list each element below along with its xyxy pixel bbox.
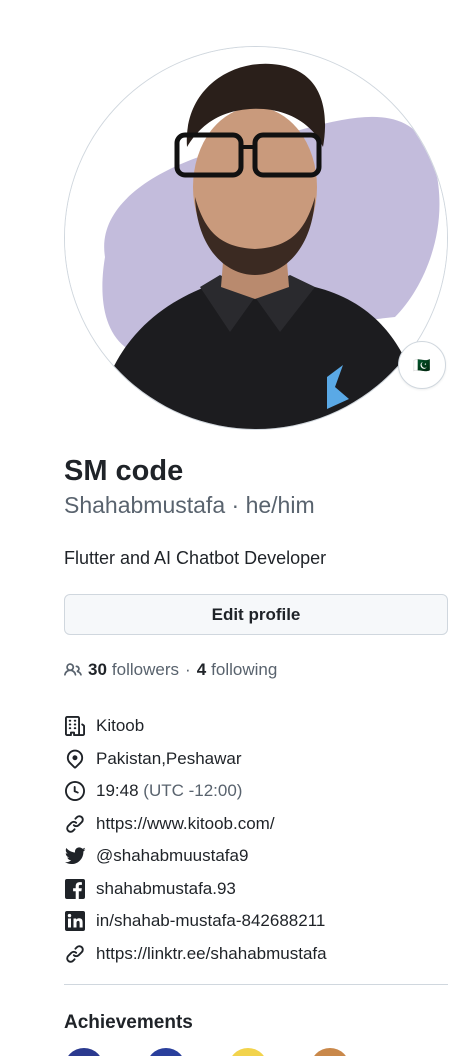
location-text: Pakistan,Peshawar (96, 748, 242, 768)
follow-separator: · (185, 660, 191, 679)
detail-website: https://www.kitoob.com/ (64, 808, 327, 841)
detail-facebook: shahabmustafa.93 (64, 873, 327, 906)
timezone: (UTC -12:00) (143, 781, 243, 801)
profile-bio: Flutter and AI Chatbot Developer (64, 548, 327, 568)
organization-icon (64, 715, 86, 737)
detail-twitter: @shahabmuustafa9 (64, 840, 327, 873)
achievement-badge[interactable] (228, 1048, 268, 1056)
achievement-badge[interactable] (310, 1048, 350, 1056)
detail-location: Pakistan,Peshawar (64, 743, 327, 776)
linkedin-link[interactable]: in/shahab-mustafa-842688211 (96, 911, 325, 931)
detail-company: Kitoob (64, 710, 327, 743)
detail-linktree: https://linktr.ee/shahabmustafa (64, 938, 327, 971)
display-name: SM code (64, 455, 184, 487)
follow-stats: 30 followers · 4 following (64, 658, 277, 682)
pronouns: he/him (245, 492, 315, 518)
following-count: 4 (196, 660, 207, 679)
facebook-link[interactable]: shahabmustafa.93 (96, 879, 236, 899)
avatar[interactable] (64, 46, 448, 430)
avatar-container: 🇵🇰 (64, 46, 448, 430)
followers-label: followers (111, 660, 180, 679)
twitter-icon (64, 845, 86, 867)
achievements-heading: Achievements (64, 1012, 193, 1033)
linkedin-icon (64, 910, 86, 932)
pakistan-flag-icon: 🇵🇰 (413, 356, 431, 373)
detail-localtime: 19:48 (UTC -12:00) (64, 775, 327, 808)
followers-count: 30 (88, 660, 107, 679)
username: Shahabmustafa (64, 492, 226, 518)
people-icon (64, 663, 82, 676)
username-line: Shahabmustafa · he/him (64, 489, 315, 521)
following-link[interactable]: 4 following (197, 660, 278, 680)
company-name: Kitoob (96, 716, 145, 736)
local-time: 19:48 (96, 781, 139, 801)
followers-link[interactable]: 30 followers (88, 660, 179, 680)
edit-profile-button[interactable]: Edit profile (64, 594, 448, 635)
following-label: following (211, 660, 278, 679)
link-icon (64, 943, 86, 965)
linktree-link[interactable]: https://linktr.ee/shahabmustafa (96, 944, 327, 964)
detail-linkedin: in/shahab-mustafa-842688211 (64, 905, 327, 938)
clock-icon (64, 780, 86, 802)
section-divider (64, 984, 448, 985)
name-separator: · (225, 492, 246, 518)
facebook-icon (64, 878, 86, 900)
link-icon (64, 813, 86, 835)
achievement-badges (64, 1048, 350, 1056)
achievement-badge[interactable] (146, 1048, 186, 1056)
profile-details: Kitoob Pakistan,Peshawar 19:48 (UTC -12:… (64, 710, 327, 970)
achievement-badge[interactable] (64, 1048, 104, 1056)
location-icon (64, 748, 86, 770)
status-badge[interactable]: 🇵🇰 (398, 341, 446, 389)
twitter-link[interactable]: @shahabmuustafa9 (96, 846, 248, 866)
avatar-photo (65, 47, 447, 429)
profile-names: SM code Shahabmustafa · he/him (64, 453, 315, 521)
website-link[interactable]: https://www.kitoob.com/ (96, 814, 275, 834)
